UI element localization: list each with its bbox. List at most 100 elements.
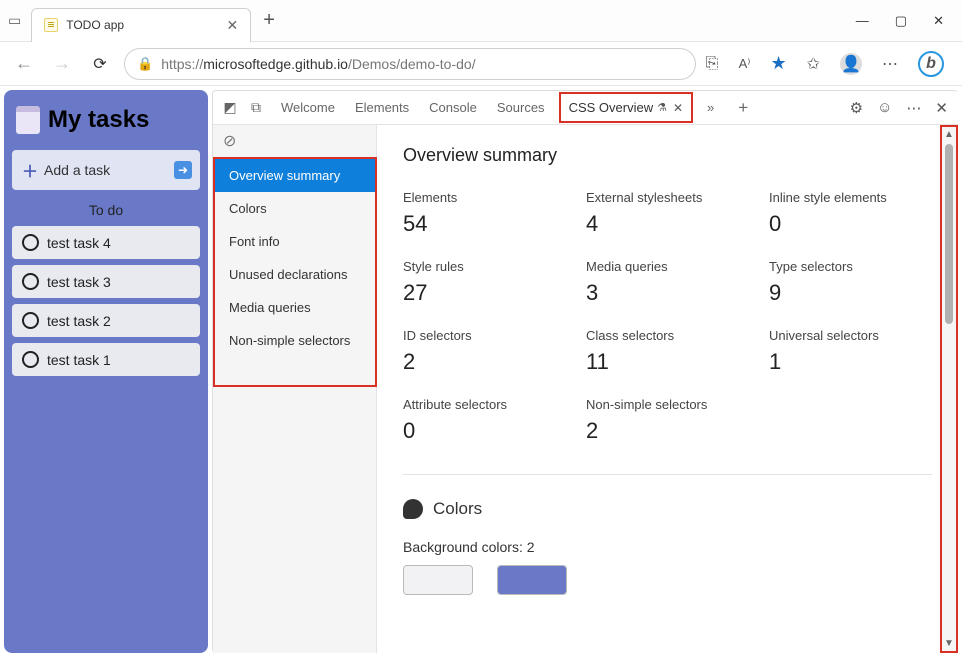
more-icon[interactable]: ⋯ — [882, 54, 898, 74]
color-swatch[interactable] — [403, 565, 473, 595]
tab-welcome[interactable]: Welcome — [271, 92, 345, 123]
devtools-more-icon[interactable]: ⋯ — [906, 99, 921, 117]
sidebar-item-overview-summary[interactable]: Overview summary — [215, 159, 375, 192]
settings-icon[interactable]: ⚙ — [850, 99, 863, 117]
lock-icon: 🔒 — [137, 56, 153, 72]
add-task-input[interactable]: ＋ Add a task ➜ — [12, 150, 200, 190]
inspect-icon[interactable]: ◩ — [219, 99, 241, 116]
feedback-icon[interactable]: ☺ — [877, 99, 892, 116]
stat-external-stylesheets: External stylesheets 4 — [586, 190, 749, 237]
favorite-icon[interactable]: ★ — [770, 53, 786, 74]
experiment-icon: ⚗ — [657, 101, 667, 114]
stop-icon[interactable]: ⊘ — [213, 125, 376, 157]
device-toggle-icon[interactable]: ⧉ — [245, 99, 267, 116]
stat-label: ID selectors — [403, 328, 566, 343]
tab-title: TODO app — [66, 18, 218, 32]
new-tab-button[interactable]: + — [263, 9, 275, 32]
stat-value: 9 — [769, 280, 932, 306]
tab-close-icon[interactable]: ✕ — [673, 101, 683, 115]
todo-app-panel: My tasks ＋ Add a task ➜ To do test task … — [4, 90, 208, 653]
task-item[interactable]: test task 2 — [12, 304, 200, 337]
stat-elements: Elements54 — [403, 190, 566, 237]
window-maximize-button[interactable]: ▢ — [895, 13, 907, 29]
tab-css-overview[interactable]: CSS Overview ⚗ ✕ — [559, 92, 693, 123]
task-item[interactable]: test task 1 — [12, 343, 200, 376]
read-aloud-icon[interactable]: A⁾ — [739, 56, 751, 72]
bing-icon[interactable]: b — [918, 51, 944, 77]
submit-task-button[interactable]: ➜ — [174, 161, 192, 179]
stat-value: 0 — [403, 418, 566, 444]
url-path: /Demos/demo-to-do/ — [348, 56, 476, 72]
task-label: test task 4 — [47, 235, 111, 251]
stat-value: 1 — [769, 349, 932, 375]
stat-value: 27 — [403, 280, 566, 306]
stat-label: External stylesheets — [586, 190, 749, 205]
url-input[interactable]: 🔒 https://microsoftedge.github.io/Demos/… — [124, 48, 696, 80]
tab-favicon-icon — [44, 18, 58, 32]
stat-label: Class selectors — [586, 328, 749, 343]
plus-icon: ＋ — [22, 158, 38, 182]
tab-close-icon[interactable]: ✕ — [227, 17, 239, 34]
stat-value: 2 — [586, 418, 749, 444]
window-minimize-button[interactable]: — — [856, 13, 869, 28]
url-host: microsoftedge.github.io — [203, 56, 348, 72]
stat-id-selectors: ID selectors 2 — [403, 328, 566, 375]
sidebar-item-unused-declarations[interactable]: Unused declarations — [215, 258, 375, 291]
scrollbar[interactable]: ▲ ▼ — [940, 125, 958, 653]
task-label: test task 3 — [47, 274, 111, 290]
nav-back-button[interactable]: ← — [10, 53, 38, 74]
task-item[interactable]: test task 3 — [12, 265, 200, 298]
colors-heading: Colors — [433, 499, 482, 519]
stat-label: Media queries — [586, 259, 749, 274]
task-checkbox[interactable] — [22, 273, 39, 290]
profile-avatar[interactable]: 👤 — [840, 53, 862, 75]
browser-tab[interactable]: TODO app ✕ — [31, 8, 251, 42]
section-divider — [403, 474, 932, 475]
tab-css-overview-label: CSS Overview — [569, 100, 654, 115]
css-overview-main: Overview summary Elements54External styl… — [377, 125, 958, 653]
shopping-icon[interactable]: ⎘ — [706, 55, 719, 73]
stat-media-queries: Media queries3 — [586, 259, 749, 306]
css-overview-sidebar: ⊘ Overview summaryColorsFont infoUnused … — [213, 125, 377, 653]
app-title: My tasks — [48, 106, 149, 134]
task-checkbox[interactable] — [22, 234, 39, 251]
window-close-button[interactable]: ✕ — [933, 13, 944, 29]
color-swatch[interactable] — [497, 565, 567, 595]
add-tab-button[interactable]: + — [728, 90, 758, 126]
stat-label: Style rules — [403, 259, 566, 274]
url-prefix: https:// — [161, 56, 203, 72]
sidebar-item-colors[interactable]: Colors — [215, 192, 375, 225]
stat-attribute-selectors: Attribute selectors0 — [403, 397, 566, 444]
sidebar-item-font-info[interactable]: Font info — [215, 225, 375, 258]
sidebar-item-non-simple-selectors[interactable]: Non-simple selectors — [215, 324, 375, 357]
favorites-bar-icon[interactable]: ✩ — [807, 54, 820, 74]
add-task-label: Add a task — [44, 162, 110, 178]
tab-console[interactable]: Console — [419, 92, 487, 123]
task-checkbox[interactable] — [22, 351, 39, 368]
devtools-panel: ◩ ⧉ WelcomeElementsConsoleSources CSS Ov… — [212, 90, 958, 653]
tab-actions-icon[interactable]: ▭ — [8, 12, 21, 29]
reload-button[interactable]: ⟳ — [86, 54, 114, 74]
clipboard-icon — [16, 106, 40, 134]
stat-value: 0 — [769, 211, 932, 237]
devtools-close-icon[interactable]: ✕ — [935, 99, 948, 117]
stat-inline-style-elements: Inline style elements0 — [769, 190, 932, 237]
task-item[interactable]: test task 4 — [12, 226, 200, 259]
tab-elements[interactable]: Elements — [345, 92, 419, 123]
sidebar-item-media-queries[interactable]: Media queries — [215, 291, 375, 324]
scroll-down-icon[interactable]: ▼ — [944, 636, 954, 651]
palette-icon — [403, 499, 423, 519]
stat-value: 2 — [403, 349, 566, 375]
stat-label: Type selectors — [769, 259, 932, 274]
window-titlebar: ▭ TODO app ✕ + — ▢ ✕ — [0, 0, 962, 42]
task-checkbox[interactable] — [22, 312, 39, 329]
scroll-thumb[interactable] — [945, 144, 953, 324]
stat-label: Universal selectors — [769, 328, 932, 343]
scroll-up-icon[interactable]: ▲ — [944, 127, 954, 142]
more-tabs-button[interactable]: » — [697, 92, 724, 123]
stat-value: 4 — [586, 211, 749, 237]
tab-sources[interactable]: Sources — [487, 92, 555, 123]
stat-type-selectors: Type selectors 9 — [769, 259, 932, 306]
stat-label: Elements — [403, 190, 566, 205]
stat-class-selectors: Class selectors11 — [586, 328, 749, 375]
